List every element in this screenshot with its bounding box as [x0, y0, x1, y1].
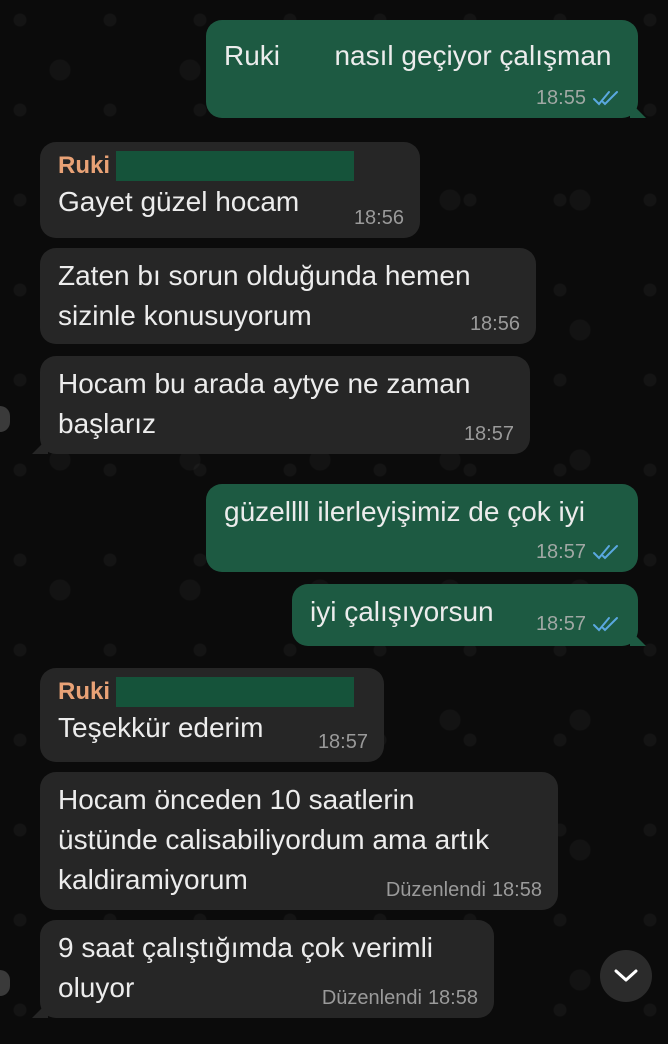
- message-time: 18:58: [491, 879, 542, 901]
- message-text: güzellll ilerleyişimiz de çok iyi: [224, 496, 585, 527]
- message-time: 18:57: [317, 731, 368, 753]
- message-time: 18:55: [535, 87, 586, 109]
- message-text: Gayet güzel hocam: [58, 186, 300, 217]
- sender-name: Ruki: [58, 150, 402, 182]
- redacted-block: [116, 151, 355, 181]
- message-time: 18:57: [535, 541, 586, 563]
- message-outgoing[interactable]: iyi çalışıyorsun 18:57: [292, 584, 646, 646]
- double-check-icon: [593, 91, 618, 106]
- message-outgoing[interactable]: güzellll ilerleyişimiz de çok iyi 18:57: [206, 484, 638, 572]
- message-time: 18:57: [463, 423, 514, 445]
- message-text-line: başlarız: [58, 408, 157, 439]
- redacted-block: [116, 677, 355, 707]
- sender-name: Ruki: [58, 676, 366, 708]
- message-text-line: Hocam bu arada aytye ne zaman: [58, 368, 471, 399]
- message-text: Ruki nasıl geçiyor çalışman: [224, 40, 612, 71]
- message-incoming[interactable]: Hocam bu arada aytye ne zaman başlarız 1…: [32, 356, 530, 454]
- message-time: 18:56: [469, 313, 520, 335]
- message-incoming[interactable]: Hocam önceden 10 saatlerin üstünde calis…: [40, 772, 558, 910]
- message-meta: 18:55: [536, 86, 622, 110]
- message-time: 18:57: [535, 613, 586, 635]
- message-outgoing[interactable]: Ruki nasıl geçiyor çalışman 18:55: [206, 20, 646, 118]
- message-text-line: sizinle konusuyorum: [58, 300, 312, 331]
- message-meta: Düzenlendi 18:58: [386, 878, 542, 902]
- message-time: 18:56: [353, 207, 404, 229]
- edited-label: Düzenlendi: [321, 987, 422, 1009]
- message-incoming[interactable]: Ruki Teşekkür ederim 18:57: [40, 668, 384, 762]
- message-time: 18:58: [427, 987, 478, 1009]
- message-meta: Düzenlendi 18:58: [322, 986, 478, 1010]
- message-text-line: Hocam önceden 10 saatlerin: [58, 784, 415, 815]
- edited-label: Düzenlendi: [385, 879, 486, 901]
- message-text-line: üstünde calisabiliyordum ama artık: [58, 824, 490, 855]
- message-incoming[interactable]: Zaten bı sorun olduğunda hemen sizinle k…: [40, 248, 536, 344]
- message-incoming[interactable]: 9 saat çalıştığımda çok verimli oluyor D…: [32, 920, 494, 1018]
- scroll-to-bottom-button[interactable]: [600, 950, 652, 1002]
- chevron-down-icon: [614, 969, 638, 982]
- double-check-icon: [593, 545, 618, 560]
- message-meta: 18:57: [536, 540, 622, 564]
- message-meta: 18:57: [536, 612, 622, 636]
- message-text-line: 9 saat çalıştığımda çok verimli: [58, 932, 434, 963]
- message-text-line: Zaten bı sorun olduğunda hemen: [58, 260, 471, 291]
- message-incoming[interactable]: Ruki Gayet güzel hocam 18:56: [40, 142, 420, 238]
- double-check-icon: [593, 617, 618, 632]
